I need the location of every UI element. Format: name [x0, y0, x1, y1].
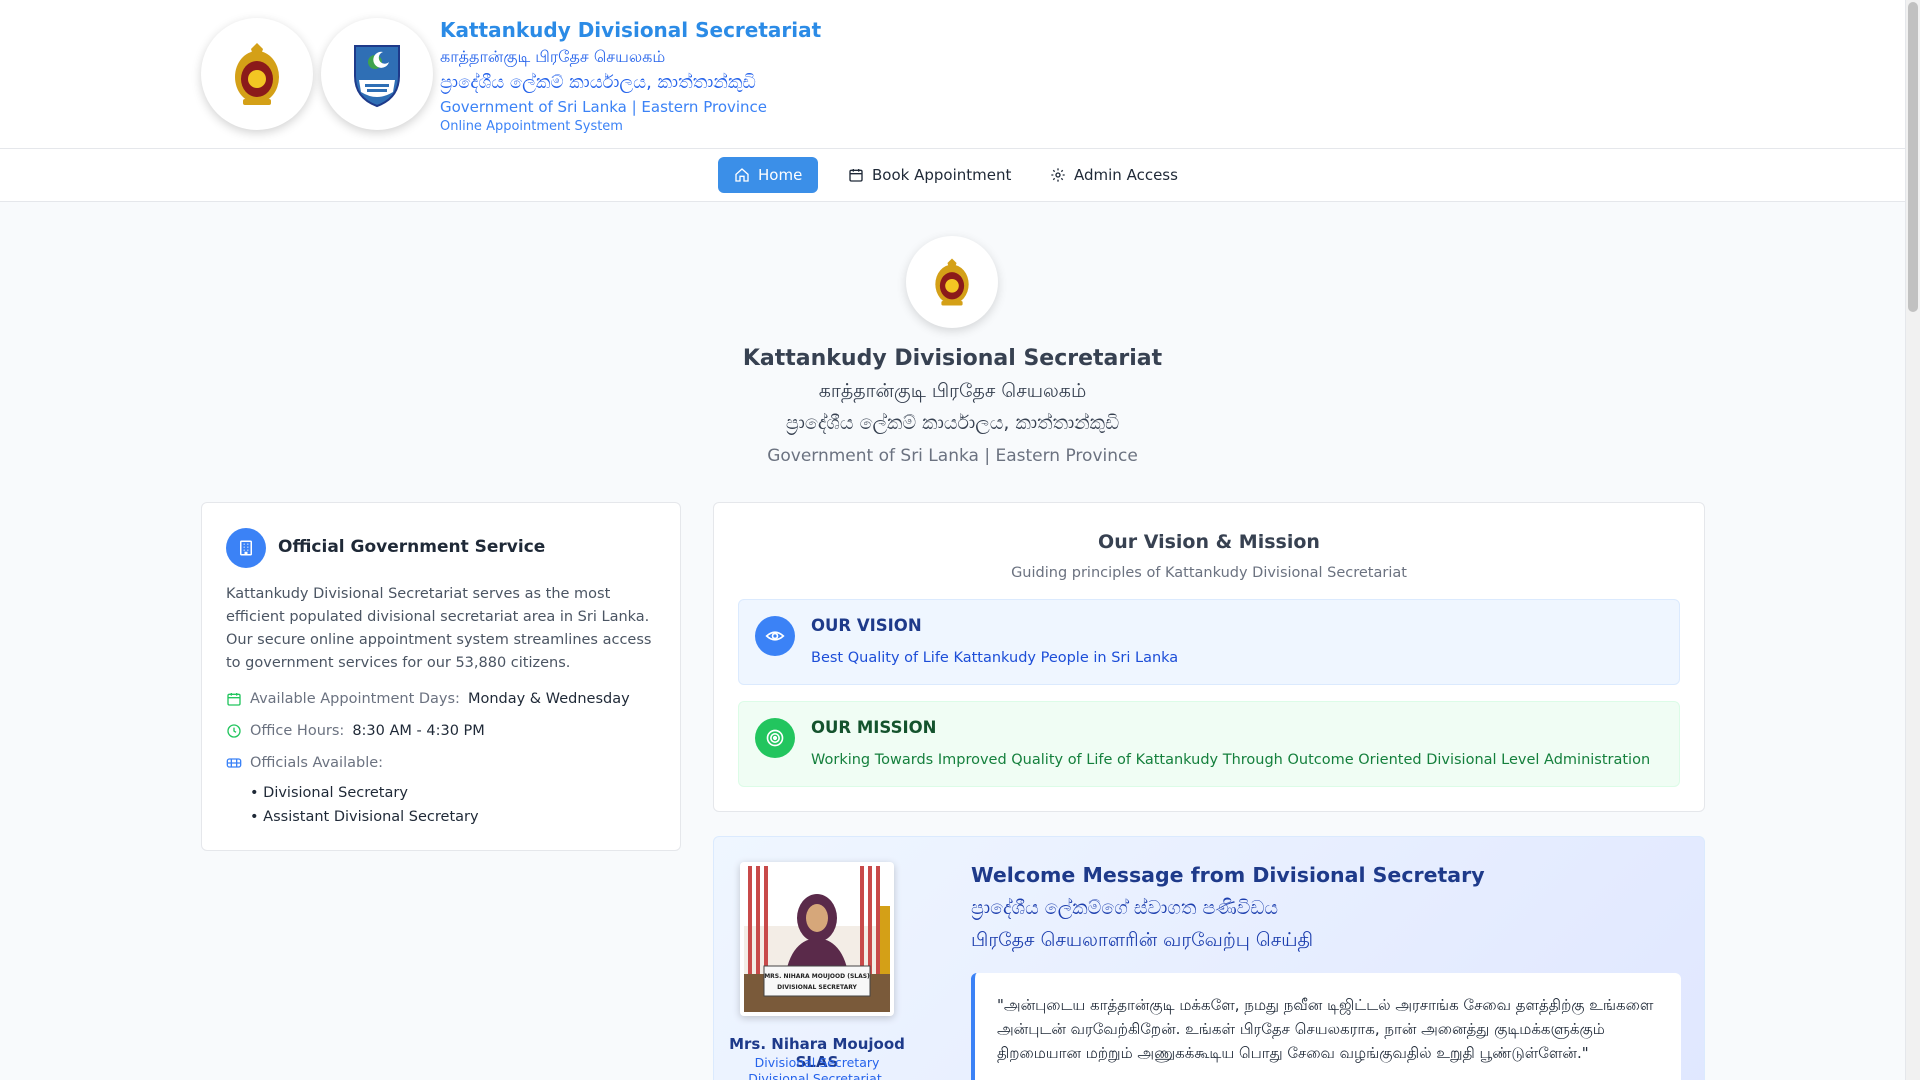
nav-book-label: Book Appointment: [872, 166, 1012, 184]
officials-label: Officials Available:: [250, 755, 384, 771]
nav-admin-access-button[interactable]: Admin Access: [1034, 157, 1194, 193]
welcome-title: Welcome Message from Divisional Secretar…: [971, 863, 1485, 887]
hero-government-line: Government of Sri Lanka | Eastern Provin…: [767, 446, 1138, 466]
welcome-message-card: MRS. NIHARA MOUJOOD (SLAS) DIVISIONAL SE…: [713, 836, 1705, 1080]
vision-heading: OUR VISION: [811, 616, 922, 635]
header-government-line: Government of Sri Lanka | Eastern Provin…: [440, 98, 768, 116]
state-emblem-icon: [935, 258, 969, 306]
calendar-icon: [227, 693, 241, 706]
vision-mission-card: Our Vision & Mission Guiding principles …: [713, 502, 1705, 812]
office-hours-row: Office Hours: 8:30 AM - 4:30 PM: [226, 723, 485, 739]
nav-home-button[interactable]: Home: [718, 157, 819, 193]
welcome-tamil-title: பிரதேச செயலாளரின் வரவேற்பு செய்தி: [971, 929, 1314, 951]
mission-heading: OUR MISSION: [811, 718, 937, 737]
home-icon: [735, 168, 749, 182]
secretary-portrait-image: MRS. NIHARA MOUJOOD (SLAS) DIVISIONAL SE…: [744, 866, 890, 1012]
secretary-office: Divisional Secretariat, Kattankudy: [748, 1071, 886, 1080]
scrollbar-thumb[interactable]: [1908, 2, 1918, 312]
secretary-photo: MRS. NIHARA MOUJOOD (SLAS) DIVISIONAL SE…: [740, 862, 894, 1016]
site-header: Kattankudy Divisional Secretariat காத்தா…: [0, 0, 1905, 149]
header-title: Kattankudy Divisional Secretariat: [440, 18, 822, 42]
state-emblem-icon: [235, 43, 279, 105]
nameplate-line-1: MRS. NIHARA MOUJOOD (SLAS): [764, 973, 870, 980]
welcome-sinhala-title: ප්‍රාදේශීය ලේකම්ගේ ස්වාගත පණිවිඩය: [971, 897, 1279, 919]
vision-mission-subtitle: Guiding principles of Kattankudy Divisio…: [1011, 565, 1407, 581]
officials-row: Officials Available:: [226, 755, 383, 771]
vision-box: OUR VISION Best Quality of Life Kattanku…: [738, 599, 1680, 685]
header-system-name: Online Appointment System: [440, 119, 623, 134]
calendar-icon: [849, 169, 863, 182]
days-value: Monday & Wednesday: [467, 691, 630, 707]
welcome-quote: "அன்புடைய காத்தான்குடி மக்களே, நமது நவீன…: [971, 973, 1681, 1080]
page-scrollbar[interactable]: [1905, 0, 1920, 1080]
clock-icon: [227, 724, 241, 738]
header-sinhala-title: ප්‍රාදේශීය ලේකම් කාර්යාලය, කාත්තාන්කුඩි: [440, 72, 756, 93]
official-service-card: Official Government Service Kattankudy D…: [201, 502, 681, 851]
nav-admin-label: Admin Access: [1074, 166, 1178, 184]
vision-mission-title: Our Vision & Mission: [1098, 531, 1320, 553]
official-item: • Assistant Divisional Secretary: [250, 809, 479, 825]
hero-emblem: [906, 236, 998, 328]
secretary-role: Divisional Secretary: [754, 1055, 880, 1070]
hero-sinhala-title: ප්‍රාදේශීය ලේකම් කාර්යාලය, කාත්තාන්කුඩි: [785, 412, 1120, 434]
main-navigation: Home Book Appointment Admin Access: [0, 149, 1905, 202]
users-icon: [226, 758, 242, 768]
official-item: • Divisional Secretary: [250, 785, 408, 801]
days-label: Available Appointment Days:: [250, 691, 460, 707]
crest-shield-icon: [354, 45, 400, 108]
appointment-days-row: Available Appointment Days: Monday & Wed…: [226, 691, 630, 707]
eye-icon: [755, 616, 795, 656]
hero-title: Kattankudy Divisional Secretariat: [742, 346, 1163, 371]
nav-book-appointment-button[interactable]: Book Appointment: [832, 157, 1027, 193]
service-title: Official Government Service: [278, 537, 546, 557]
hero-tamil-title: காத்தான்குடி பிரதேச செயலகம்: [818, 380, 1087, 402]
secretariat-crest-logo: [321, 18, 433, 130]
sri-lanka-emblem-logo: [201, 18, 313, 130]
hours-value: 8:30 AM - 4:30 PM: [352, 723, 485, 739]
nameplate-line-2: DIVISIONAL SECRETARY: [777, 984, 857, 991]
building-icon: [226, 528, 266, 568]
nav-home-label: Home: [758, 166, 803, 184]
service-description: Kattankudy Divisional Secretariat serves…: [226, 586, 652, 671]
vision-text: Best Quality of Life Kattankudy People i…: [811, 650, 1179, 666]
header-tamil-title: காத்தான்குடி பிரதேச செயலகம்: [440, 47, 666, 66]
gear-icon: [1051, 168, 1065, 182]
target-icon: [755, 718, 795, 758]
mission-box: OUR MISSION Working Towards Improved Qua…: [738, 701, 1680, 787]
hours-label: Office Hours:: [250, 723, 345, 739]
mission-text: Working Towards Improved Quality of Life…: [811, 752, 1651, 768]
